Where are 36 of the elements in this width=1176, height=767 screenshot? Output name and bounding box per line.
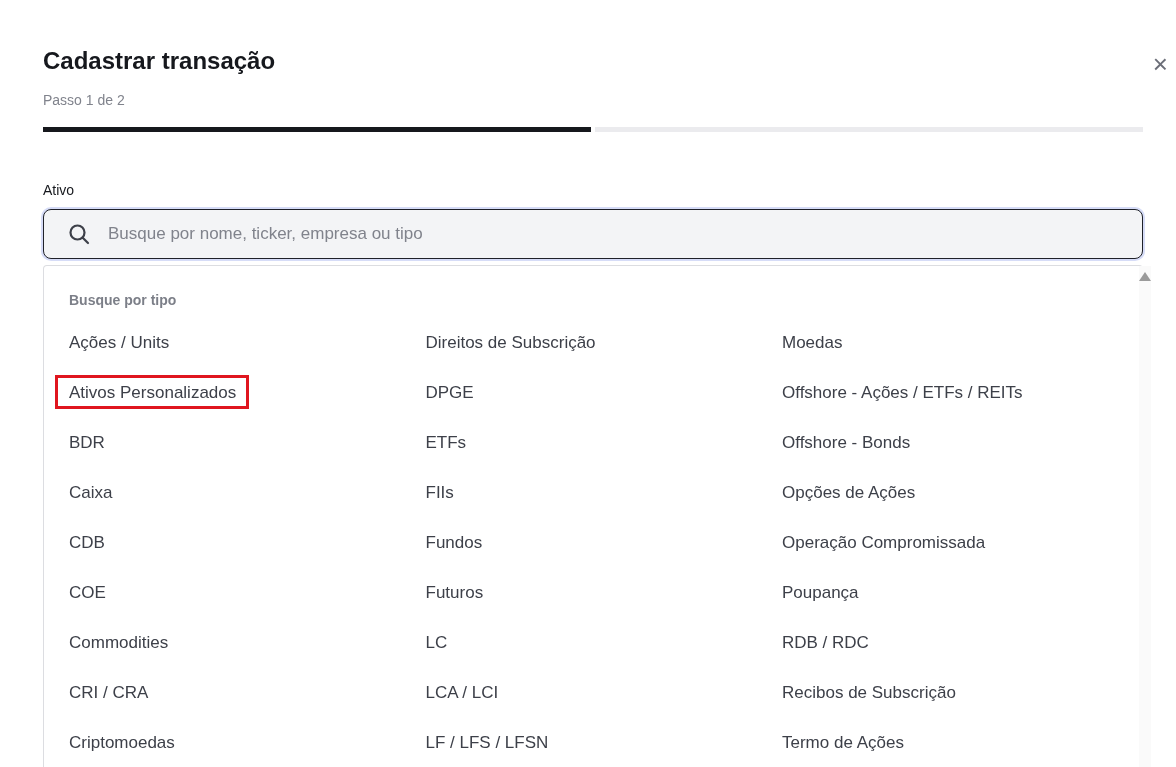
type-option[interactable]: BDR — [55, 425, 118, 460]
type-option[interactable]: Offshore - Ações / ETFs / REITs — [768, 375, 1036, 410]
type-option[interactable]: LF / LFS / LFSN — [411, 725, 562, 760]
type-option[interactable]: Recibos de Subscrição — [768, 675, 969, 710]
dropdown-heading: Busque por tipo — [69, 291, 178, 311]
type-option[interactable]: COE — [55, 575, 119, 610]
type-option[interactable]: Moedas — [768, 325, 856, 360]
type-option[interactable]: LCA / LCI — [411, 675, 512, 710]
type-option[interactable]: Commodities — [55, 625, 182, 660]
type-option[interactable]: Termo de Ações — [768, 725, 917, 760]
type-option[interactable]: Operação Compromissada — [768, 525, 999, 560]
type-option[interactable]: Direitos de Subscrição — [411, 325, 609, 360]
type-option[interactable]: Opções de Ações — [768, 475, 929, 510]
type-option[interactable]: DPGE — [411, 375, 487, 410]
type-option[interactable]: CRI / CRA — [55, 675, 162, 710]
scrollbar[interactable] — [1138, 266, 1151, 767]
type-option[interactable]: Ações / Units — [55, 325, 183, 360]
type-option[interactable]: ETFs — [411, 425, 480, 460]
scroll-up-icon[interactable] — [1138, 272, 1151, 282]
type-option[interactable]: Offshore - Bonds — [768, 425, 924, 460]
type-option[interactable]: Ativos Personalizados — [55, 375, 250, 410]
close-button[interactable]: × — [1150, 51, 1170, 77]
type-option[interactable]: Fundos — [411, 525, 496, 560]
field-label: Ativo — [43, 181, 76, 201]
type-option[interactable]: Criptomoedas — [55, 725, 188, 760]
type-option[interactable]: Futuros — [411, 575, 497, 610]
type-option[interactable]: Poupança — [768, 575, 872, 610]
step-indicator: Passo 1 de 2 — [43, 91, 126, 111]
search-field[interactable]: Busque por nome, ticker, empresa ou tipo — [43, 209, 1143, 260]
type-option[interactable]: RDB / RDC — [768, 625, 882, 660]
type-option[interactable]: LC — [411, 625, 461, 660]
type-option[interactable]: CDB — [55, 525, 118, 560]
search-icon — [68, 223, 90, 246]
dialog-title: Cadastrar transação — [43, 46, 277, 76]
type-option[interactable]: FIIs — [411, 475, 467, 510]
type-option[interactable]: Caixa — [55, 475, 126, 510]
